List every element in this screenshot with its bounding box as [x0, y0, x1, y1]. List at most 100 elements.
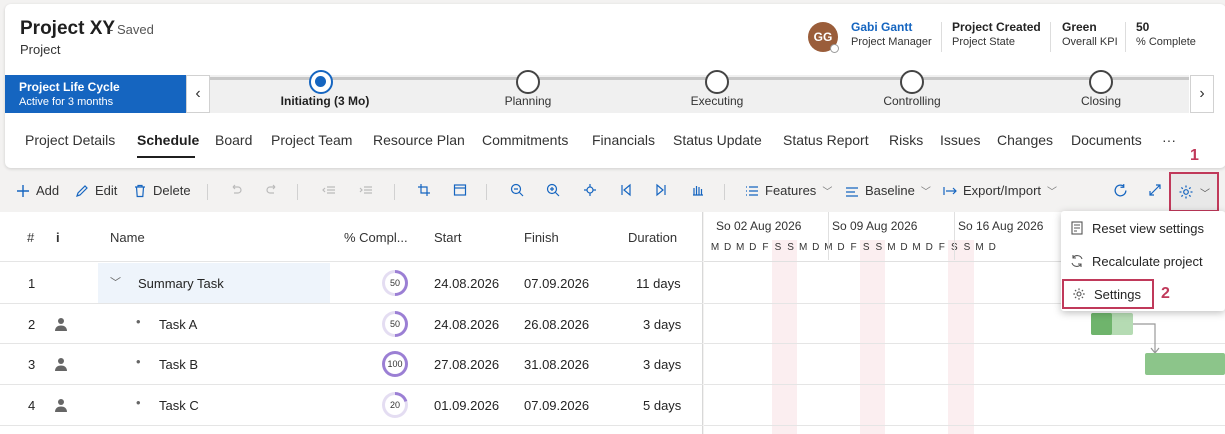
column-header-name[interactable]: Name: [110, 230, 145, 245]
tab-changes[interactable]: Changes: [997, 132, 1053, 148]
row-number: 1: [28, 276, 36, 291]
link-tasks-icon[interactable]: [415, 181, 433, 199]
column-header-duration[interactable]: Duration: [628, 230, 677, 245]
delete-label: Delete: [153, 183, 191, 198]
duration[interactable]: 11 days: [636, 276, 681, 291]
finish-date[interactable]: 26.08.2026: [524, 317, 589, 332]
task-name[interactable]: Task B: [159, 357, 198, 372]
project-state-label: Project State: [952, 36, 1015, 48]
finish-date[interactable]: 07.09.2026: [524, 276, 589, 291]
edit-label: Edit: [95, 183, 118, 198]
tab-status-update[interactable]: Status Update: [673, 132, 762, 148]
tab-documents[interactable]: Documents: [1071, 132, 1142, 148]
scroll-end-icon[interactable]: [652, 181, 670, 199]
baseline-dropdown[interactable]: Baseline ﹀: [845, 183, 931, 198]
overall-kpi-label: Overall KPI: [1062, 36, 1118, 48]
menu-item-recalculate-project[interactable]: Recalculate project: [1062, 246, 1224, 276]
indent-icon[interactable]: [357, 181, 375, 199]
zoom-out-icon[interactable]: [508, 181, 526, 199]
duration[interactable]: 3 days: [643, 357, 681, 372]
edit-button[interactable]: Edit: [75, 183, 117, 198]
start-date[interactable]: 24.08.2026: [434, 317, 499, 332]
gantt-day-label: D: [988, 242, 996, 253]
phase-initiating[interactable]: [309, 70, 333, 94]
view-settings-button[interactable]: ﹀: [1169, 172, 1219, 212]
save-status: - Saved: [109, 22, 154, 37]
phase-closing[interactable]: [1089, 70, 1113, 94]
user-icon: [55, 399, 67, 412]
column-header-info[interactable]: i: [56, 230, 60, 245]
project-manager-name[interactable]: Gabi Gantt: [851, 20, 912, 34]
outdent-icon[interactable]: [320, 181, 338, 199]
lifecycle-prev-button[interactable]: ‹: [186, 75, 210, 113]
percent-complete-ring: 50: [382, 311, 408, 337]
callout-2: 2: [1161, 285, 1170, 302]
lifecycle-next-button[interactable]: ›: [1190, 75, 1214, 113]
tab-resource-plan[interactable]: Resource Plan: [373, 132, 465, 148]
gantt-weekend-column: [859, 240, 873, 434]
tab-status-report[interactable]: Status Report: [783, 132, 869, 148]
fit-view-icon[interactable]: [581, 181, 599, 199]
undo-icon[interactable]: [227, 181, 245, 199]
finish-date[interactable]: 31.08.2026: [524, 357, 589, 372]
start-date[interactable]: 27.08.2026: [434, 357, 499, 372]
duration[interactable]: 3 days: [643, 317, 681, 332]
phase-controlling[interactable]: [900, 70, 924, 94]
tab-board[interactable]: Board: [215, 132, 252, 148]
pan-icon[interactable]: [688, 181, 706, 199]
task-bar-task-b[interactable]: [1145, 353, 1225, 375]
column-header-start[interactable]: Start: [434, 230, 461, 245]
expand-icon[interactable]: [1146, 181, 1164, 199]
column-header-finish[interactable]: Finish: [524, 230, 559, 245]
start-date[interactable]: 24.08.2026: [434, 276, 499, 291]
menu-item-settings[interactable]: Settings: [1062, 279, 1154, 309]
tab-project-details[interactable]: Project Details: [25, 132, 115, 148]
phase-planning[interactable]: [516, 70, 540, 94]
gantt-weekend-column: [872, 240, 886, 434]
percent-complete-value: 50: [385, 273, 405, 293]
project-title: Project XY: [20, 18, 116, 39]
gantt-weekend-column: [784, 240, 798, 434]
column-header-number[interactable]: #: [27, 230, 34, 245]
tab-project-team[interactable]: Project Team: [271, 132, 352, 148]
menu-item-reset-view-settings[interactable]: Reset view settings: [1062, 213, 1224, 243]
phase-executing[interactable]: [705, 70, 729, 94]
reset-icon: [1070, 221, 1084, 235]
start-date[interactable]: 01.09.2026: [434, 398, 499, 413]
tab-issues[interactable]: Issues: [940, 132, 980, 148]
menu-item-label: Reset view settings: [1092, 220, 1204, 236]
meta-divider: [1125, 22, 1126, 52]
task-name[interactable]: Task A: [159, 317, 197, 332]
zoom-in-icon[interactable]: [544, 181, 562, 199]
tab-schedule[interactable]: Schedule: [137, 132, 199, 148]
tab-commitments[interactable]: Commitments: [482, 132, 568, 148]
chevron-left-icon: ‹: [195, 85, 201, 102]
export-import-dropdown[interactable]: Export/Import ﹀: [943, 183, 1057, 198]
duration[interactable]: 5 days: [643, 398, 681, 413]
redo-icon[interactable]: [263, 181, 281, 199]
percent-complete-ring: 100: [382, 351, 408, 377]
delete-button[interactable]: Delete: [133, 183, 191, 198]
row-divider: [0, 425, 703, 426]
refresh-icon[interactable]: [1111, 181, 1129, 199]
scroll-start-icon[interactable]: [617, 181, 635, 199]
dependency-arrow-icon: [1133, 323, 1160, 354]
row-number: 4: [28, 398, 36, 413]
gear-icon: [1072, 287, 1086, 301]
toolbar-divider: [297, 184, 298, 200]
task-name[interactable]: Task C: [159, 398, 199, 413]
panel-icon[interactable]: [451, 181, 469, 199]
tab-more[interactable]: ···: [1162, 132, 1176, 148]
features-dropdown[interactable]: Features ﹀: [745, 183, 832, 198]
column-header-complete[interactable]: % Compl...: [344, 230, 408, 245]
tab-risks[interactable]: Risks: [889, 132, 923, 148]
collapse-chevron-icon[interactable]: ﹀: [110, 274, 121, 290]
task-name[interactable]: Summary Task: [138, 276, 224, 291]
callout-1: 1: [1190, 147, 1199, 164]
tab-financials[interactable]: Financials: [592, 132, 655, 148]
phase-closing-label: Closing: [1080, 94, 1122, 108]
gantt-week-label: So 02 Aug 2026: [716, 219, 802, 233]
add-button[interactable]: Add: [16, 183, 59, 198]
pencil-icon: [76, 184, 88, 197]
finish-date[interactable]: 07.09.2026: [524, 398, 589, 413]
